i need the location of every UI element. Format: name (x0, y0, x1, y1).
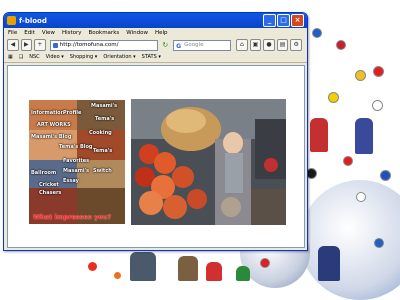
search-placeholder: Google (184, 41, 204, 48)
site-favicon-icon (52, 42, 58, 48)
cart-icon[interactable]: ▣ (249, 39, 262, 51)
player-figure (236, 266, 250, 281)
menu-view[interactable]: View (42, 30, 55, 36)
menu-bar: File Edit View History Bookmarks Window … (4, 28, 307, 38)
player-figure (310, 118, 328, 152)
link-art-works[interactable]: ART WORKS (37, 122, 71, 128)
search-input[interactable]: G Google (173, 39, 232, 51)
soccer-ball-graphic (88, 262, 97, 271)
bookmark-stats[interactable]: STATS ▾ (142, 54, 161, 60)
page-content: Information Profile Masami's Tema's ART … (7, 65, 305, 248)
record-icon[interactable]: ● (263, 39, 275, 51)
player-figure (318, 246, 340, 281)
collage-tile (77, 160, 125, 188)
link-ballroom[interactable]: Ballroom (31, 170, 56, 176)
window-title: f-blood (19, 16, 47, 25)
flag-icon (312, 28, 322, 38)
google-icon: G (176, 42, 181, 50)
link-cooking[interactable]: Cooking (89, 130, 112, 136)
menu-history[interactable]: History (62, 30, 82, 36)
gear-icon[interactable]: ⚙ (290, 39, 302, 51)
link-profile[interactable]: Profile (63, 110, 81, 116)
maximize-button[interactable]: □ (277, 14, 290, 27)
reload-icon[interactable]: ↻ (160, 40, 170, 50)
flag-icon (260, 258, 270, 268)
link-temas[interactable]: Tema's (95, 116, 114, 122)
minimize-button[interactable]: _ (263, 14, 276, 27)
player-figure (130, 252, 156, 281)
menu-window[interactable]: Window (126, 30, 148, 36)
link-masamis[interactable]: Masami's (91, 103, 117, 109)
flag-icon (373, 66, 384, 77)
navigation-toolbar: ◀ ▶ + http://tomofuna.com/ ↻ G Google ⌂ … (4, 38, 307, 52)
link-cricket[interactable]: Cricket (39, 182, 59, 188)
link-essay[interactable]: Essay (63, 178, 79, 184)
page-menu-icon[interactable]: ▤ (276, 39, 289, 51)
menu-bookmarks[interactable]: Bookmarks (89, 30, 120, 36)
address-bar[interactable]: http://tomofuna.com/ (49, 39, 159, 51)
bookmark-video[interactable]: Video ▾ (46, 54, 64, 60)
back-button[interactable]: ◀ (7, 39, 19, 51)
soccer-ball-graphic (114, 272, 121, 279)
title-bar[interactable]: f-blood _ □ × (4, 13, 307, 28)
feature-photo (131, 99, 286, 225)
bookmark-add-button[interactable]: + (34, 39, 46, 51)
link-information[interactable]: Information (31, 110, 64, 116)
menu-edit[interactable]: Edit (24, 30, 35, 36)
close-button[interactable]: × (291, 14, 304, 27)
bookmark-nsc[interactable]: NSC (29, 54, 39, 60)
browser-window: f-blood _ □ × File Edit View History Boo… (3, 12, 308, 251)
flag-icon (355, 70, 366, 81)
flag-icon (372, 100, 383, 111)
player-figure (355, 118, 373, 154)
link-temas-blog[interactable]: Tema's Blog (59, 144, 93, 150)
link-temas-2[interactable]: Tema's (93, 148, 112, 154)
bookmarks-toolbar: ▦ ❏ NSC Video ▾ Shopping ▾ Orientation ▾… (4, 52, 307, 63)
flag-icon (374, 238, 384, 248)
link-masamis-2[interactable]: Masami's (63, 168, 89, 174)
flag-icon (336, 40, 346, 50)
flag-icon (356, 192, 366, 202)
feature-photo-art (131, 99, 286, 225)
link-chasers[interactable]: Chasers (39, 190, 61, 196)
home-button[interactable]: ⌂ (236, 39, 248, 51)
bookmark-shopping[interactable]: Shopping ▾ (70, 54, 98, 60)
bookmarks-icon[interactable]: ❏ (19, 54, 23, 60)
reading-list-icon[interactable]: ▦ (8, 54, 13, 60)
player-figure (178, 256, 198, 281)
link-switch[interactable]: Switch (93, 168, 112, 174)
soccer-ball-graphic (300, 180, 400, 300)
link-favorites[interactable]: Favorites (63, 158, 89, 164)
menu-file[interactable]: File (8, 30, 17, 36)
bookmark-orientation[interactable]: Orientation ▾ (103, 54, 135, 60)
flag-icon (343, 156, 353, 166)
link-masamis-blog[interactable]: Masami's Blog (31, 134, 71, 140)
flag-icon (328, 92, 339, 103)
navigation-collage: Information Profile Masami's Tema's ART … (29, 100, 125, 224)
forward-button[interactable]: ▶ (20, 39, 33, 51)
flag-icon (380, 170, 391, 181)
app-icon (7, 16, 16, 25)
player-figure (206, 262, 222, 281)
menu-help[interactable]: Help (155, 30, 168, 36)
url-text: http://tomofuna.com/ (59, 41, 119, 48)
what-impresses-you-link[interactable]: What impresses you? (33, 213, 111, 221)
